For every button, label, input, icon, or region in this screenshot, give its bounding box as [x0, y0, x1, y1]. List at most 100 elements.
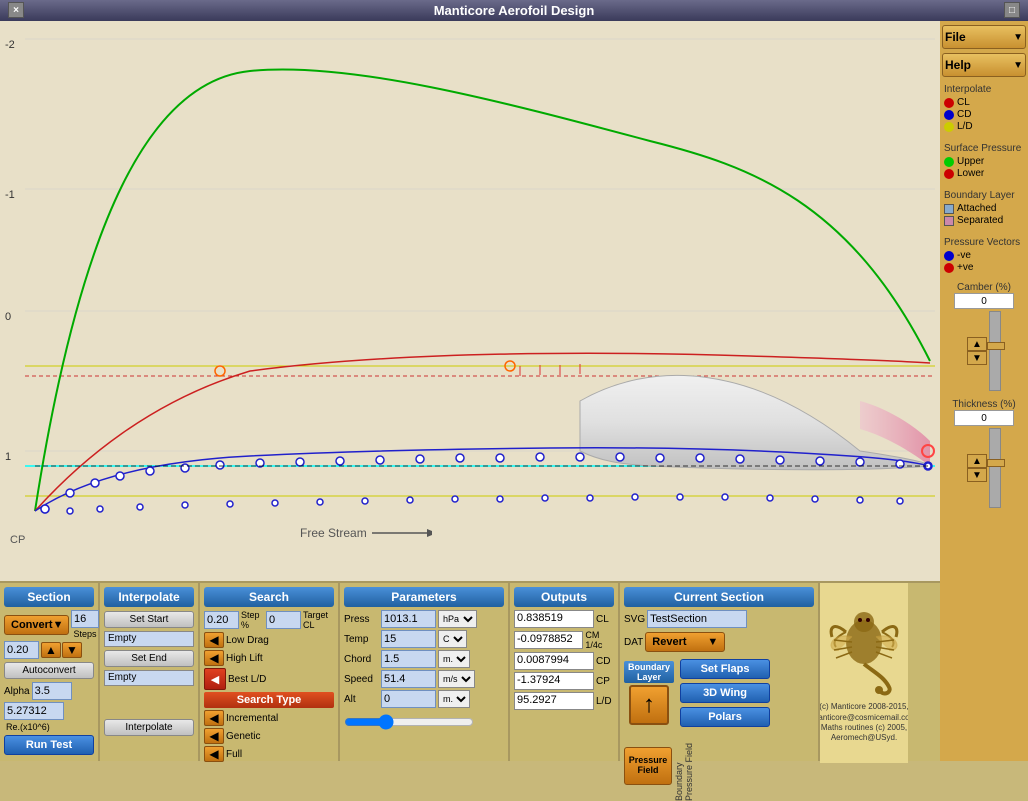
steps-label: Steps: [71, 629, 99, 639]
cd-legend-item: CD: [944, 109, 1024, 120]
creature-panel: (c) Manticore 2008-2015, manticore@cosmi…: [820, 583, 908, 763]
incremental-label: Incremental: [226, 713, 278, 724]
thickness-up-arrow[interactable]: ▲: [967, 454, 987, 468]
chord-input[interactable]: [381, 650, 436, 668]
speed-label: Speed: [344, 674, 379, 685]
search-left-arrow[interactable]: ◀: [204, 632, 224, 648]
param-slider[interactable]: [344, 714, 474, 730]
interpolate-empty2: Empty: [104, 670, 194, 686]
close-button[interactable]: ×: [8, 2, 24, 18]
set-start-button[interactable]: Set Start: [104, 611, 194, 628]
genetic-label: Genetic: [226, 731, 260, 742]
3d-wing-button[interactable]: 3D Wing: [680, 683, 770, 703]
cp-output: -1.37924: [514, 672, 594, 690]
cd-output: 0.0087994: [514, 652, 594, 670]
email-text: manticore@cosmicemail.com: [820, 713, 908, 723]
chord-unit-select[interactable]: m.: [438, 650, 470, 668]
ld-legend-item: L/D: [944, 121, 1024, 132]
genetic-arrow[interactable]: ◀: [204, 728, 224, 744]
interpolate-legend: Interpolate CL CD L/D: [942, 82, 1026, 135]
target-cl-input[interactable]: [266, 611, 301, 629]
re-input[interactable]: [4, 702, 64, 720]
cl-legend-item: CL: [944, 97, 1024, 108]
creature-svg: [824, 602, 904, 702]
thickness-slider-track[interactable]: [989, 428, 1001, 508]
camber-value: 0: [954, 293, 1014, 309]
press-unit-select[interactable]: hPa: [438, 610, 477, 628]
camber-slider-track[interactable]: [989, 311, 1001, 391]
parameters-header: Parameters: [344, 587, 504, 607]
boundary-layer-title: Boundary Layer: [944, 190, 1024, 201]
camber-slider-thumb[interactable]: [987, 342, 1005, 350]
interpolate-panel: Interpolate Set Start Empty Set End Empt…: [100, 583, 200, 761]
step-down-arrow[interactable]: ▼: [62, 642, 82, 658]
parameters-panel: Parameters Press hPa Temp C Chord: [340, 583, 510, 761]
svg-label: SVG: [624, 614, 645, 625]
app-title: Manticore Aerofoil Design: [434, 3, 595, 18]
search-red-arrow[interactable]: ◀: [204, 668, 226, 690]
re-label: Re.(x10^6): [6, 722, 94, 732]
speed-unit-select[interactable]: m/s: [438, 670, 475, 688]
temp-unit-select[interactable]: C: [438, 630, 467, 648]
pos-ve-legend-item: +ve: [944, 262, 1024, 273]
boundary-pressure-label: Boundary Pressure Field: [674, 731, 694, 801]
maximize-button[interactable]: □: [1004, 2, 1020, 18]
run-test-button[interactable]: Run Test: [4, 735, 94, 755]
chart-area: -2 -1 0 1 CP Free Stream: [0, 21, 940, 581]
camber-down-arrow[interactable]: ▼: [967, 351, 987, 365]
interpolate-button[interactable]: Interpolate: [104, 719, 194, 736]
cl-output: 0.838519: [514, 610, 594, 628]
section-name-input[interactable]: [647, 610, 747, 628]
upper-legend-item: Upper: [944, 156, 1024, 167]
alpha-label: Alpha: [4, 686, 30, 697]
search-right-arrow[interactable]: ◀: [204, 650, 224, 666]
chord-label: Chord: [344, 654, 379, 665]
temp-label: Temp: [344, 634, 379, 645]
temp-input[interactable]: [381, 630, 436, 648]
best-ld-label: Best L/D: [228, 674, 266, 685]
pressure-vectors-legend: Pressure Vectors -ve +ve: [942, 235, 1026, 276]
alt-unit-select[interactable]: m.: [438, 690, 470, 708]
autoconvert-button[interactable]: Autoconvert: [4, 662, 94, 679]
polars-button[interactable]: Polars: [680, 707, 770, 727]
search-step-input[interactable]: [204, 611, 239, 629]
main-layout: -2 -1 0 1 CP Free Stream: [0, 21, 1028, 761]
incremental-arrow[interactable]: ◀: [204, 710, 224, 726]
camber-up-arrow[interactable]: ▲: [967, 337, 987, 351]
outputs-header: Outputs: [514, 587, 614, 607]
camber-label: Camber (%): [957, 282, 1011, 293]
cm-output: -0.0978852: [514, 631, 583, 649]
help-button[interactable]: Help ▼: [942, 53, 1026, 77]
interpolate-legend-title: Interpolate: [944, 84, 1024, 95]
step-pct-input[interactable]: [4, 641, 39, 659]
pressure-field-button[interactable]: Pressure Field: [624, 747, 672, 785]
cp-output-label: CP: [596, 676, 610, 687]
full-arrow[interactable]: ◀: [204, 746, 224, 762]
revert-button[interactable]: Revert ▼: [645, 632, 725, 652]
search-header: Search: [204, 587, 334, 607]
thickness-value: 0: [954, 410, 1014, 426]
step-up-arrow[interactable]: ▲: [41, 642, 61, 658]
boundary-layer-arrow-up[interactable]: ↑: [629, 685, 669, 725]
alt-label: Alt: [344, 694, 379, 705]
low-drag-label: Low Drag: [226, 635, 269, 646]
search-panel: Search Step % Target CL ◀ Low Drag ◀ Hig…: [200, 583, 340, 761]
boundary-layer-legend: Boundary Layer Attached Separated: [942, 188, 1026, 229]
convert-button[interactable]: Convert ▼: [4, 615, 69, 635]
thickness-control: Thickness (%) 0 ▲ ▼: [942, 399, 1026, 510]
steps-input[interactable]: [71, 610, 99, 628]
file-button[interactable]: File ▼: [942, 25, 1026, 49]
dat-label: DAT: [624, 637, 643, 648]
set-flaps-button[interactable]: Set Flaps: [680, 659, 770, 679]
alt-input[interactable]: [381, 690, 436, 708]
thickness-down-arrow[interactable]: ▼: [967, 468, 987, 482]
alpha-input[interactable]: [32, 682, 72, 700]
boundary-layer-label: BoundaryLayer: [624, 661, 674, 683]
thickness-slider-thumb[interactable]: [987, 459, 1005, 467]
speed-input[interactable]: [381, 670, 436, 688]
target-cl-label: Target CL: [303, 610, 334, 630]
high-lift-label: High Lift: [226, 653, 263, 664]
press-input[interactable]: [381, 610, 436, 628]
ld-output-label: L/D: [596, 696, 612, 707]
set-end-button[interactable]: Set End: [104, 650, 194, 667]
